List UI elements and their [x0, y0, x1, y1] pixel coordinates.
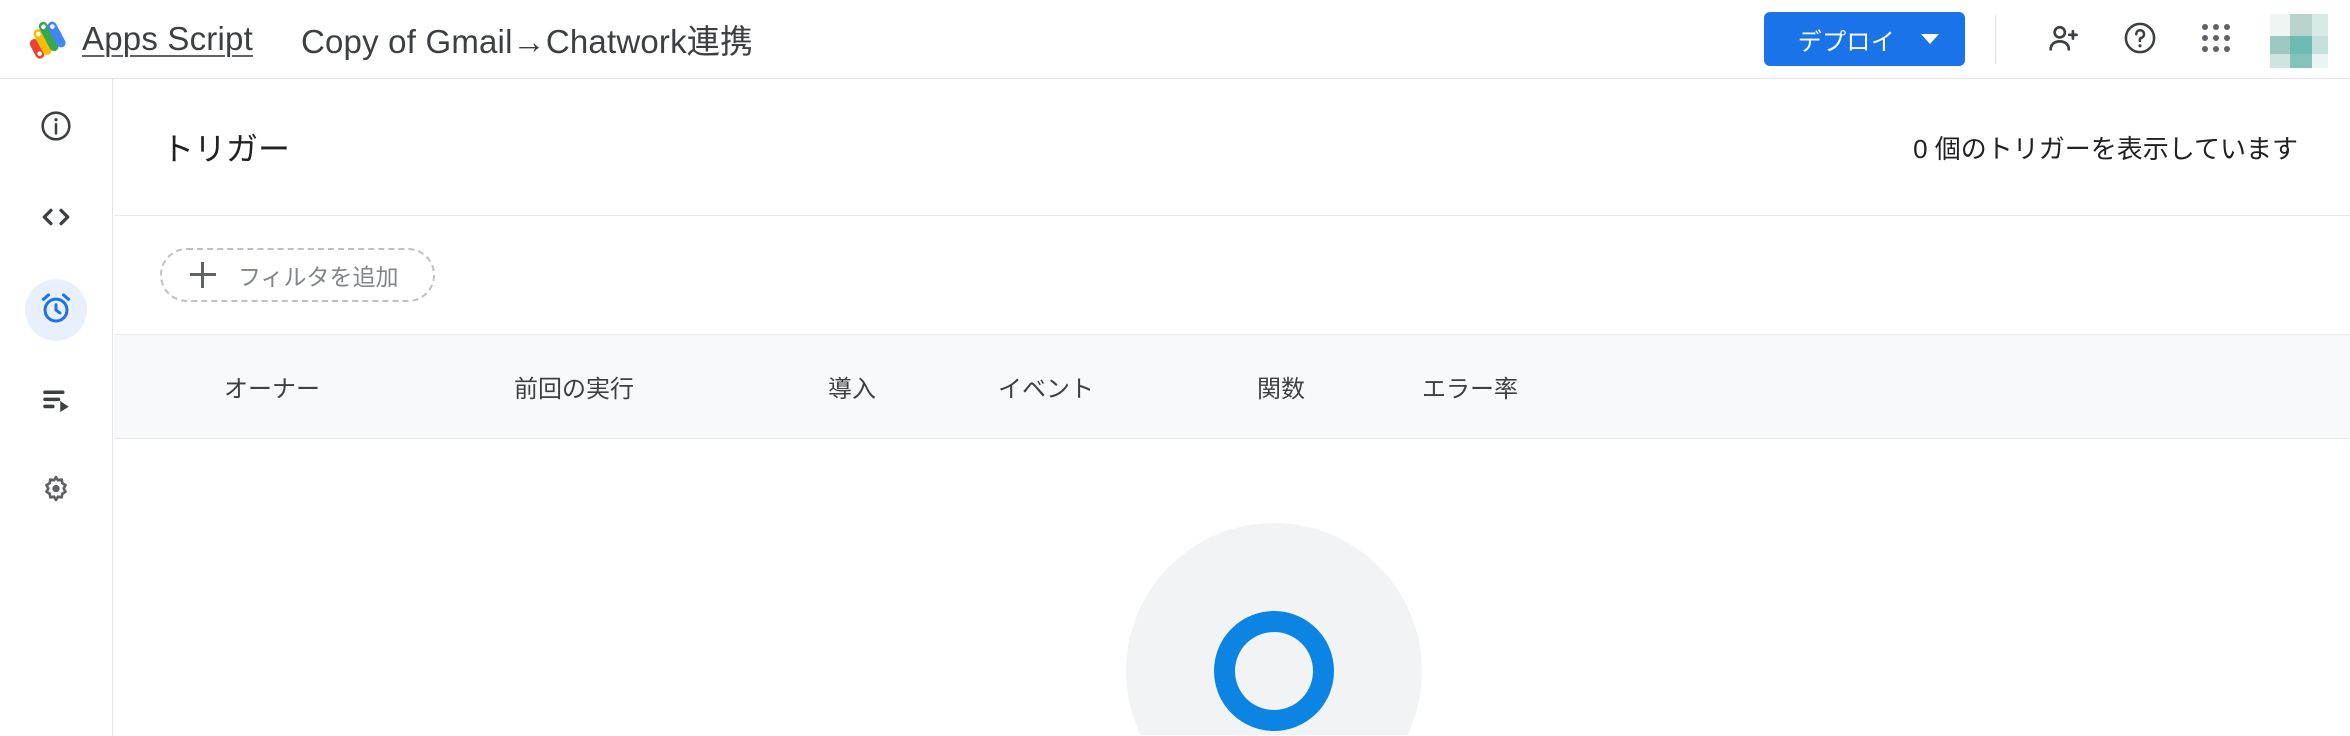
info-circle-icon — [39, 109, 73, 148]
project-title[interactable]: Copy of Gmail→Chatwork連携 — [301, 15, 753, 63]
chevron-down-icon — [1921, 34, 1939, 44]
apps-script-logo-icon — [24, 17, 68, 61]
share-button[interactable] — [2035, 10, 2093, 68]
sidebar-item-editor[interactable] — [25, 188, 87, 250]
apps-grid-icon — [2201, 23, 2231, 56]
code-brackets-icon — [38, 199, 74, 240]
deploy-button[interactable]: デプロイ — [1763, 12, 1965, 66]
sidebar-item-overview[interactable] — [25, 97, 87, 159]
help-circle-icon — [2122, 20, 2158, 59]
trigger-count-label: 0 個のトリガーを表示しています — [1913, 133, 2298, 164]
gear-icon — [39, 473, 73, 512]
column-header-event[interactable]: イベント — [998, 369, 1094, 404]
column-header-owner[interactable]: オーナー — [224, 369, 320, 404]
person-add-icon — [2047, 21, 2081, 58]
sidebar-item-settings[interactable] — [25, 461, 87, 523]
account-avatar[interactable] — [2270, 10, 2328, 68]
toolbar-divider — [1995, 15, 1996, 63]
add-filter-chip[interactable]: フィルタを追加 — [160, 248, 435, 302]
sidebar-item-executions[interactable] — [25, 370, 87, 432]
sidebar-item-triggers[interactable] — [25, 279, 87, 341]
column-header-deployment[interactable]: 導入 — [828, 369, 876, 404]
main-content: トリガー 0 個のトリガーを表示しています フィルタを追加 オーナー 前回の実行… — [114, 79, 2350, 736]
help-button[interactable] — [2111, 10, 2169, 68]
brand-home-link[interactable]: Apps Script — [24, 17, 253, 61]
column-header-error-rate[interactable]: エラー率 — [1422, 369, 1518, 404]
brand-name-label: Apps Script — [82, 20, 253, 57]
executions-list-icon — [39, 382, 73, 421]
empty-state-ring-icon — [1214, 611, 1334, 731]
column-header-function[interactable]: 関数 — [1257, 369, 1305, 404]
filter-toolbar: フィルタを追加 — [114, 216, 2350, 334]
column-header-last-run[interactable]: 前回の実行 — [514, 369, 634, 404]
deploy-button-label: デプロイ — [1797, 28, 1895, 56]
triggers-table-header: オーナー 前回の実行 導入 イベント 関数 エラー率 — [114, 334, 2350, 439]
alarm-clock-icon — [38, 290, 74, 331]
page-header: トリガー 0 個のトリガーを表示しています — [114, 79, 2350, 216]
top-bar-actions: デプロイ — [1763, 0, 2350, 78]
left-nav-rail — [0, 79, 113, 736]
triggers-table-body: トリガーを追加 — [114, 439, 2350, 735]
top-app-bar: Apps Script Copy of Gmail→Chatwork連携 デプロ… — [0, 0, 2350, 79]
page-title: トリガー — [162, 131, 291, 167]
google-apps-button[interactable] — [2187, 10, 2245, 68]
apps-script-triggers-page: Apps Script Copy of Gmail→Chatwork連携 デプロ… — [0, 0, 2350, 736]
plus-icon — [190, 262, 216, 288]
add-filter-label: フィルタを追加 — [238, 264, 399, 290]
